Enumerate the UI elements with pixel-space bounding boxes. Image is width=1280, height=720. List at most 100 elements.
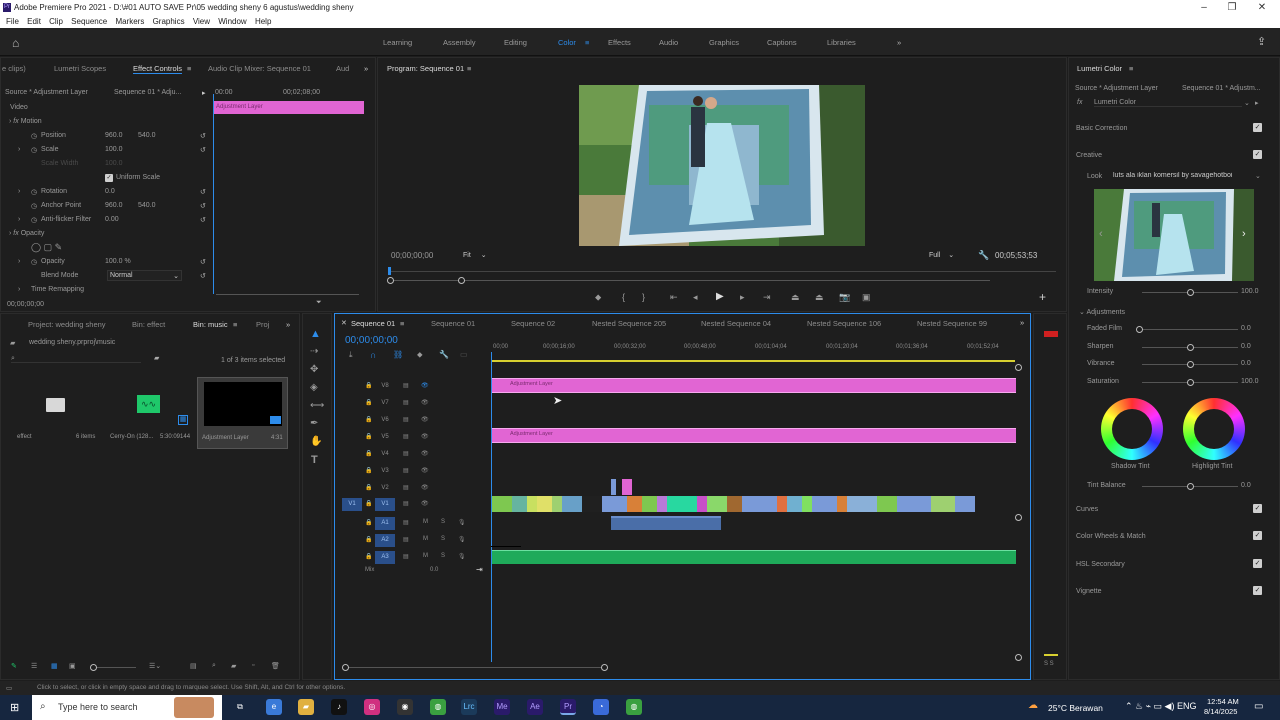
eye-icon[interactable]: 👁 xyxy=(421,484,429,491)
lock-icon[interactable]: 🔒 xyxy=(365,416,372,423)
project-item-name[interactable]: effect xyxy=(17,434,32,440)
lightroom-classic-icon[interactable]: Lrc xyxy=(461,699,477,715)
saturation-knob[interactable] xyxy=(1187,379,1194,386)
freeform-view-icon[interactable]: ▣ xyxy=(69,662,76,670)
menu-clip[interactable]: Clip xyxy=(49,17,63,26)
lumetri-sequence[interactable]: Sequence 01 * Adjustm... xyxy=(1182,85,1261,92)
source-label[interactable]: Source * Adjustment Layer xyxy=(5,89,88,96)
workspace-captions[interactable]: Captions xyxy=(767,38,797,47)
home-icon[interactable]: ⌂ xyxy=(12,36,19,50)
workspace-menu-icon[interactable]: ≡ xyxy=(585,38,589,47)
sharpen-knob[interactable] xyxy=(1187,344,1194,351)
panel-menu-icon[interactable]: ≡ xyxy=(187,64,191,73)
shadow-tint-wheel[interactable] xyxy=(1101,398,1163,460)
new-item-icon[interactable]: ▫ xyxy=(252,662,254,669)
clip-indicator[interactable] xyxy=(1044,331,1058,337)
menu-file[interactable]: File xyxy=(6,17,19,26)
lock-icon[interactable]: 🔒 xyxy=(365,382,372,389)
lock-icon[interactable]: 🔒 xyxy=(365,450,372,457)
hand-tool-icon[interactable]: ✋ xyxy=(310,436,322,447)
minimize-button[interactable]: – xyxy=(1190,1,1218,15)
track-label[interactable]: V4 xyxy=(375,448,395,461)
track-header-v5[interactable]: 🔒 V5 ▤ 👁 xyxy=(335,433,490,445)
pencil-icon[interactable]: ✎ xyxy=(11,662,17,670)
tiktok-icon[interactable]: ♪ xyxy=(331,699,347,715)
file-explorer-icon[interactable]: ▰ xyxy=(298,699,314,715)
zoom-handle-right[interactable] xyxy=(458,277,465,284)
menu-view[interactable]: View xyxy=(193,17,210,26)
sync-lock-icon[interactable]: ▤ xyxy=(403,382,409,389)
insert-sequence-icon[interactable]: ⤓ xyxy=(349,350,353,360)
vertical-scroll-mid[interactable] xyxy=(1015,514,1022,521)
tab-bin-music[interactable]: Bin: music xyxy=(193,320,228,329)
track-label[interactable]: V7 xyxy=(375,397,395,410)
reset-icon[interactable]: ↺ xyxy=(200,258,206,266)
color-wheels-checkbox[interactable]: ✓ xyxy=(1253,531,1262,540)
stopwatch-icon[interactable]: ◷ xyxy=(31,258,37,266)
tab-nested-99[interactable]: Nested Sequence 99 xyxy=(917,319,987,328)
track-header-v8[interactable]: 🔒 V8 ▤ 👁 xyxy=(335,382,490,394)
stopwatch-icon[interactable]: ◷ xyxy=(31,146,37,154)
panel-menu-icon[interactable]: ≡ xyxy=(467,64,471,73)
sync-lock-icon[interactable]: ▤ xyxy=(403,416,409,423)
color-wheels-section[interactable]: Color Wheels & Match xyxy=(1076,533,1146,540)
close-button[interactable]: ✕ xyxy=(1248,1,1276,15)
track-label[interactable]: A3 xyxy=(375,551,395,564)
mask-shape-icons[interactable]: ◯ ▢ ✎ xyxy=(31,242,62,253)
sync-lock-icon[interactable]: ▤ xyxy=(403,399,409,406)
opacity-expand-icon[interactable]: › xyxy=(18,258,20,265)
creative-section[interactable]: Creative xyxy=(1076,152,1102,159)
sync-lock-icon[interactable]: ▤ xyxy=(403,450,409,457)
lumetri-fx-toggle[interactable]: fx xyxy=(1077,99,1082,106)
taskbar-search-box[interactable]: ⌕ Type here to search xyxy=(32,695,222,720)
scale-expand-icon[interactable]: › xyxy=(18,146,20,153)
vibrance-value[interactable]: 0.0 xyxy=(1241,360,1251,367)
rotation-value[interactable]: 0.0 xyxy=(105,188,115,195)
mark-out-icon[interactable]: } xyxy=(642,292,645,302)
razor-tool-icon[interactable]: ◈ xyxy=(310,382,318,393)
ec-playhead[interactable] xyxy=(213,94,214,294)
media-encoder-icon[interactable]: Me xyxy=(494,699,510,715)
panel-menu-icon[interactable]: ≡ xyxy=(1129,64,1133,73)
rotation-expand-icon[interactable]: › xyxy=(18,188,20,195)
creative-checkbox[interactable]: ✓ xyxy=(1253,150,1262,159)
menu-help[interactable]: Help xyxy=(255,17,271,26)
hsl-secondary-section[interactable]: HSL Secondary xyxy=(1076,561,1125,568)
microphone-icon[interactable]: 🎙 xyxy=(458,519,466,526)
timeline-zoom-bar[interactable] xyxy=(345,667,605,668)
lumetri-effect-select[interactable]: Lumetri Color xyxy=(1094,99,1242,107)
find-icon[interactable]: ⌕ xyxy=(212,662,216,670)
eye-icon[interactable]: 👁 xyxy=(421,500,429,507)
menu-graphics[interactable]: Graphics xyxy=(153,17,185,26)
lock-icon[interactable]: 🔒 xyxy=(365,536,372,543)
notifications-icon[interactable]: ▭ xyxy=(1254,701,1263,712)
ec-clip-bar[interactable]: Adjustment Layer xyxy=(213,101,364,114)
settings-wrench-icon[interactable]: 🔧 xyxy=(978,250,989,261)
ec-zoom-scrollbar[interactable] xyxy=(216,294,359,295)
type-tool-icon[interactable]: T xyxy=(311,454,318,466)
track-select-tool-icon[interactable]: ⇢ xyxy=(310,346,318,357)
export-frame-icon[interactable]: 📷 xyxy=(839,292,850,303)
lumetri-more-icon[interactable]: ▸ xyxy=(1255,99,1259,107)
tab-nested-205[interactable]: Nested Sequence 205 xyxy=(592,319,666,328)
captions-icon[interactable]: ▭ xyxy=(460,350,468,359)
lock-icon[interactable]: 🔒 xyxy=(365,484,372,491)
blend-mode-select[interactable]: Normal ⌄ xyxy=(107,270,182,281)
basic-correction-section[interactable]: Basic Correction xyxy=(1076,125,1127,132)
sharpen-value[interactable]: 0.0 xyxy=(1241,343,1251,350)
track-header-v6[interactable]: 🔒 V6 ▤ 👁 xyxy=(335,416,490,428)
saturation-value[interactable]: 100.0 xyxy=(1241,378,1259,385)
add-marker-icon[interactable]: ⬥ xyxy=(417,350,423,360)
position-y-value[interactable]: 540.0 xyxy=(138,132,156,139)
app-icon[interactable]: ◔ xyxy=(593,699,609,715)
eye-icon[interactable]: 👁 xyxy=(421,467,429,474)
solo-button[interactable]: S xyxy=(441,553,445,559)
hsl-secondary-checkbox[interactable]: ✓ xyxy=(1253,559,1262,568)
vertical-scroll-bottom[interactable] xyxy=(1015,654,1022,661)
track-header-v3[interactable]: 🔒 V3 ▤ 👁 xyxy=(335,467,490,479)
panel-menu-icon[interactable]: ≡ xyxy=(400,319,404,328)
stopwatch-icon[interactable]: ◷ xyxy=(31,202,37,210)
after-effects-icon[interactable]: Ae xyxy=(527,699,543,715)
go-to-out-icon[interactable]: ⇥ xyxy=(763,292,771,303)
workspace-learning[interactable]: Learning xyxy=(383,38,412,47)
